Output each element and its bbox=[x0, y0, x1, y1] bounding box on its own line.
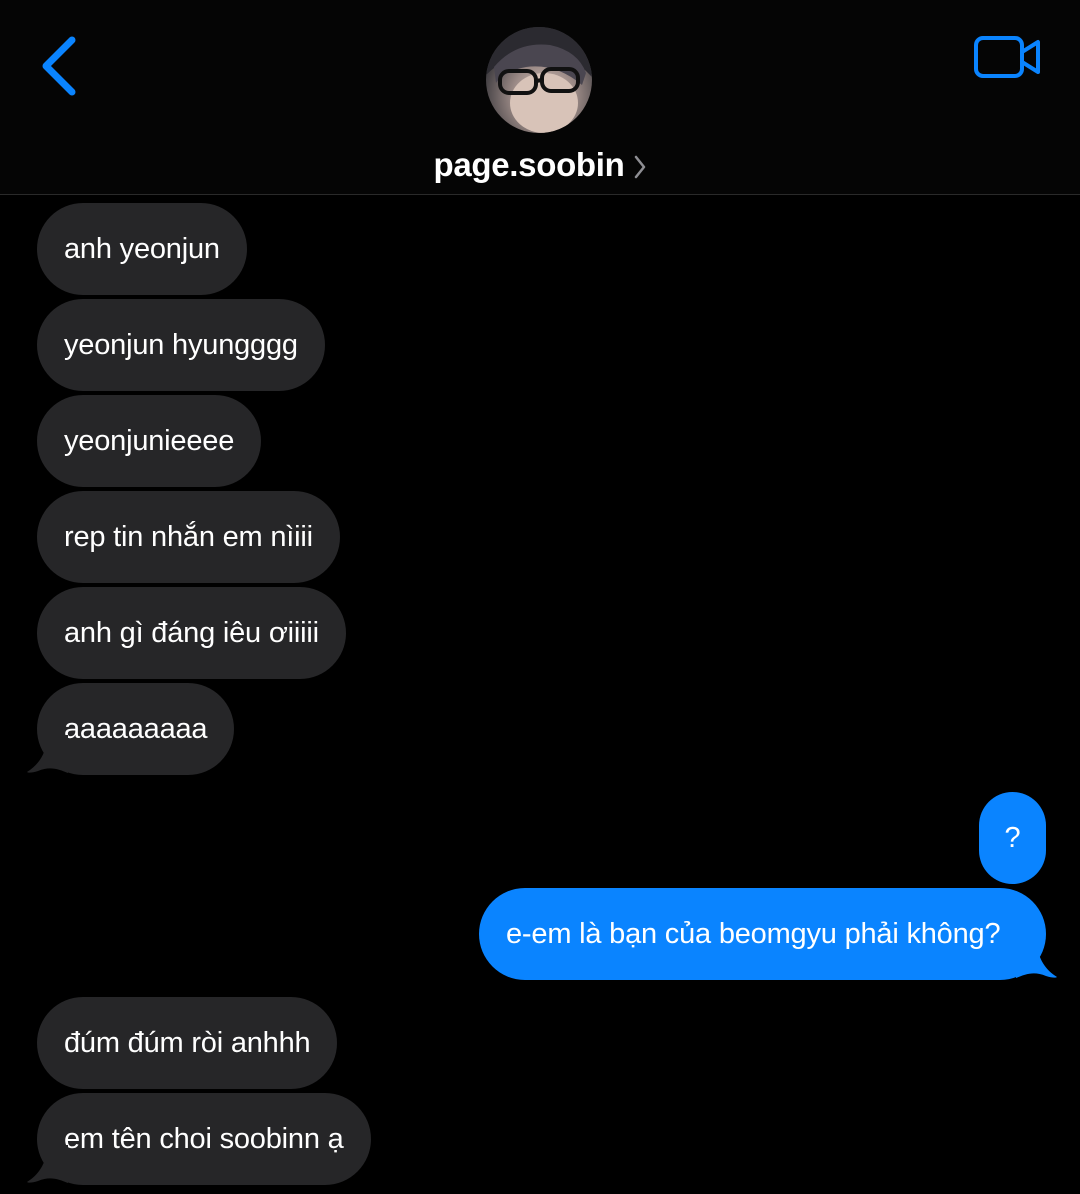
bubble-tail bbox=[27, 1145, 68, 1183]
chevron-right-icon bbox=[634, 155, 645, 179]
message-text: e-em là bạn của beomgyu phải không? bbox=[506, 917, 1001, 950]
message-text: đúm đúm ròi anhhh bbox=[64, 1026, 311, 1059]
back-button[interactable] bbox=[36, 34, 84, 98]
contact-name: page.soobin bbox=[433, 146, 625, 183]
incoming-message[interactable]: rep tin nhắn em nìiii bbox=[37, 491, 340, 583]
incoming-message[interactable]: em tên choi soobinn ạ bbox=[37, 1093, 371, 1185]
incoming-message[interactable]: yeonjunieeee bbox=[37, 395, 262, 487]
incoming-message[interactable]: anh gì đáng iêu ơiiiii bbox=[37, 587, 346, 679]
video-call-button[interactable] bbox=[972, 34, 1044, 82]
chat-header: page.soobin bbox=[0, 0, 1080, 195]
message-text: em tên choi soobinn ạ bbox=[64, 1122, 344, 1155]
message-text: anh yeonjun bbox=[64, 232, 220, 265]
outgoing-message[interactable]: ? bbox=[979, 792, 1046, 884]
message-text: anh gì đáng iêu ơiiiii bbox=[64, 616, 319, 649]
message-text: rep tin nhắn em nìiii bbox=[64, 520, 313, 553]
incoming-message[interactable]: anh yeonjun bbox=[37, 203, 247, 295]
avatar[interactable] bbox=[486, 27, 592, 133]
contact-name-link[interactable]: page.soobin bbox=[0, 142, 1080, 188]
outgoing-message[interactable]: e-em là bạn của beomgyu phải không? bbox=[479, 888, 1046, 980]
avatar-photo bbox=[486, 27, 592, 133]
bubble-tail bbox=[27, 735, 68, 773]
incoming-message[interactable]: đúm đúm ròi anhhh bbox=[37, 997, 338, 1089]
message-text: ? bbox=[1004, 821, 1021, 854]
message-text: aaaaaaaaa bbox=[64, 712, 208, 745]
bubble-tail bbox=[1016, 940, 1057, 978]
message-text: yeonjunieeee bbox=[64, 424, 235, 457]
chevron-left-icon bbox=[42, 36, 76, 96]
message-text: yeonjun hyungggg bbox=[64, 328, 298, 361]
incoming-message[interactable]: yeonjun hyungggg bbox=[37, 299, 325, 391]
video-camera-icon bbox=[974, 36, 1040, 78]
